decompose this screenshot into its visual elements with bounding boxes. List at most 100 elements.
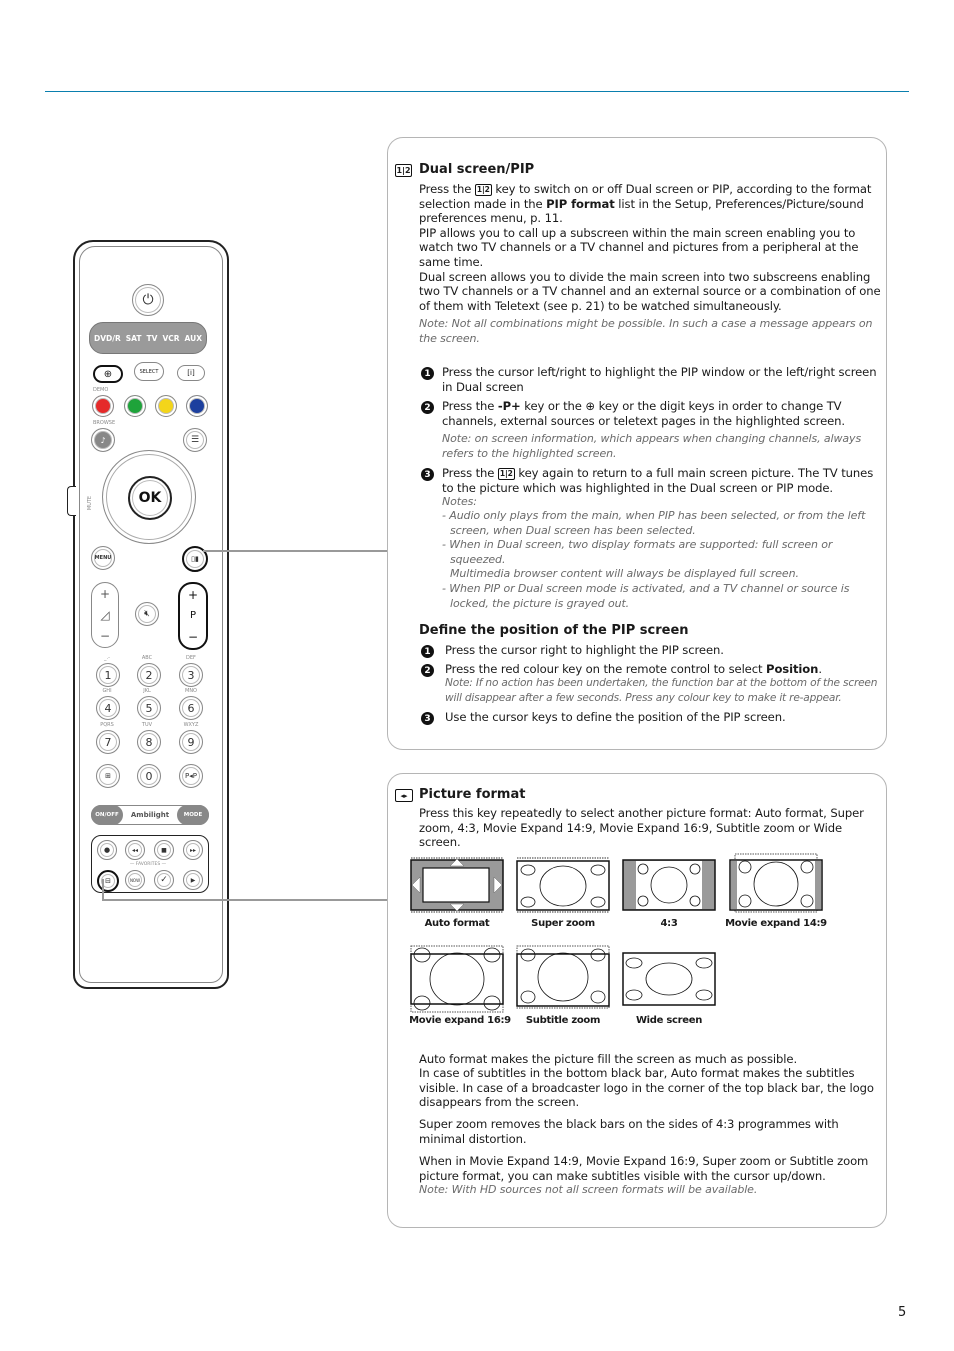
format-movie-16-9-diagram [410, 945, 504, 1013]
favorites-check-button[interactable]: ✓ [154, 870, 174, 890]
stop-icon: ■ [161, 846, 167, 854]
digit-letters-7: PQRS [100, 722, 114, 728]
blue-key[interactable] [186, 395, 208, 417]
dual-step-3-note-1: - Audio only plays from the main, when P… [442, 509, 866, 537]
mode-label: MODE [183, 812, 203, 818]
power-button[interactable]: ⏻ [132, 284, 164, 316]
volume-icon: ◿ [100, 607, 110, 622]
mute-icon: 🔇︎ [144, 609, 150, 619]
picture-format-icon: ⊟ [105, 877, 111, 885]
digit-3-button[interactable]: 3 [179, 663, 203, 687]
picture-format-note: Note: With HD sources not all screen for… [419, 1183, 758, 1196]
play-icon: ▶ [190, 876, 196, 884]
digit-letters-5: JKL [143, 688, 151, 694]
picture-format-connector-v [102, 879, 104, 901]
teletext-icon: ☰ [190, 435, 200, 445]
dual-step-2-note: Note: on screen information, which appea… [442, 432, 862, 460]
digit-label: 9 [187, 735, 195, 749]
digit-letters-9: WXYZ [183, 722, 199, 728]
dual-step-3-note-3: Multimedia browser content will always b… [450, 567, 799, 580]
digit-5-button[interactable]: 5 [137, 696, 161, 720]
digit-0-button[interactable]: 0 [137, 764, 161, 788]
dual-step-3: Press the 1|2 key again to return to a f… [442, 466, 874, 495]
power-icon: ⏻ [142, 292, 154, 308]
digit-9-button[interactable]: 9 [179, 730, 203, 754]
input-icon: ⊕ [103, 368, 113, 380]
source-bar: DVD/R SAT TV VCR AUX [89, 322, 207, 354]
previous-program-button[interactable]: P◂P [179, 764, 203, 788]
menu-button[interactable]: MENU [91, 546, 115, 570]
step-1-bullet: 1 [421, 367, 434, 380]
ambilight-mode-button[interactable]: MODE [177, 805, 209, 825]
now-button[interactable]: NOW [125, 870, 145, 890]
digit-label: 8 [145, 735, 153, 749]
digit-6-button[interactable]: 6 [179, 696, 203, 720]
digit-8-button[interactable]: 8 [137, 730, 161, 754]
record-button[interactable]: ● [97, 840, 117, 860]
pip-position-title: Define the position of the PIP screen [419, 623, 689, 638]
digit-label: 5 [145, 701, 153, 715]
dual-screen-connector [203, 550, 387, 552]
pip-step-3: Use the cursor keys to define the positi… [445, 710, 786, 724]
ok-button[interactable]: OK [128, 476, 172, 520]
teletext-button[interactable]: ☰ [183, 428, 207, 452]
play-button[interactable]: ▶ [183, 870, 203, 890]
digit-2-button[interactable]: 2 [137, 663, 161, 687]
fast-forward-button[interactable]: ▸▸ [183, 840, 203, 860]
yellow-key[interactable] [155, 395, 177, 417]
picture-format-p2: In case of subtitles in the bottom black… [419, 1066, 874, 1110]
digit-7-button[interactable]: 7 [96, 730, 120, 754]
rewind-button[interactable]: ◂◂ [125, 840, 145, 860]
red-key[interactable] [92, 395, 114, 417]
picture-format-p1: Auto format makes the picture fill the s… [419, 1052, 798, 1066]
digit-letters-2: ABC [141, 655, 153, 661]
digit-label: 2 [145, 668, 153, 682]
previous-program-label: P◂P [185, 772, 197, 780]
av-input-button[interactable]: ⊕ [93, 365, 123, 383]
info-button[interactable]: [i] [177, 365, 205, 381]
now-label: NOW [129, 877, 141, 883]
source-sat[interactable]: SAT [126, 334, 142, 343]
source-vcr[interactable]: VCR [162, 334, 179, 343]
ambilight-onoff-button[interactable]: ON/OFF [91, 805, 123, 825]
digit-label: 0 [145, 769, 153, 783]
program-rocker[interactable]: + P − [178, 582, 208, 650]
select-button[interactable]: SELECT [134, 362, 164, 381]
browse-button[interactable]: ♪ [91, 428, 115, 452]
ambilight-label: Ambilight [130, 811, 170, 819]
digit-letters-3: DEF [186, 655, 196, 661]
select-label: SELECT [139, 368, 159, 375]
digit-4-button[interactable]: 4 [96, 696, 120, 720]
teletext-mix-button[interactable]: ⊞ [96, 764, 120, 788]
favorites-label: — FAVORITES — [129, 862, 167, 867]
format-label-movie-16-9: Movie expand 16:9 [409, 1015, 511, 1026]
picture-format-title: Picture format [419, 787, 526, 802]
format-subtitle-zoom-diagram [516, 945, 610, 1009]
digit-label: 1 [104, 668, 112, 682]
input-key-icon: ⊕ [585, 399, 596, 413]
source-dvdr[interactable]: DVD/R [94, 334, 121, 343]
mute-button[interactable]: 🔇︎ [135, 602, 159, 626]
format-label-super-zoom: Super zoom [531, 918, 595, 929]
program-label: P [189, 610, 197, 622]
picture-format-icon: ◂▸ [395, 789, 413, 802]
page-number: 5 [898, 1305, 907, 1320]
digit-label: 3 [187, 668, 195, 682]
picture-format-connector-h [102, 899, 387, 901]
fast-forward-icon: ▸▸ [189, 846, 197, 854]
stop-button[interactable]: ■ [154, 840, 174, 860]
dual-screen-icon: ▯▮ [191, 555, 199, 563]
dual-screen-key-icon: 1|2 [497, 468, 515, 480]
dual-step-3-note-2: - When in Dual screen, two display forma… [442, 538, 833, 566]
pip-step-2-note: Note: If no action has been undertaken, … [445, 677, 878, 704]
source-tv[interactable]: TV [147, 334, 158, 343]
record-icon: ● [103, 846, 111, 854]
source-aux[interactable]: AUX [185, 334, 202, 343]
dual-step-1: Press the cursor left/right to highlight… [442, 365, 877, 394]
digit-1-button[interactable]: 1 [96, 663, 120, 687]
volume-rocker[interactable]: + ◿ − [91, 582, 119, 648]
teletext-mix-icon: ⊞ [105, 772, 111, 780]
green-key[interactable] [124, 395, 146, 417]
picture-format-button[interactable]: ⊟ [97, 870, 119, 892]
dual-screen-icon: 1|2 [395, 164, 412, 177]
